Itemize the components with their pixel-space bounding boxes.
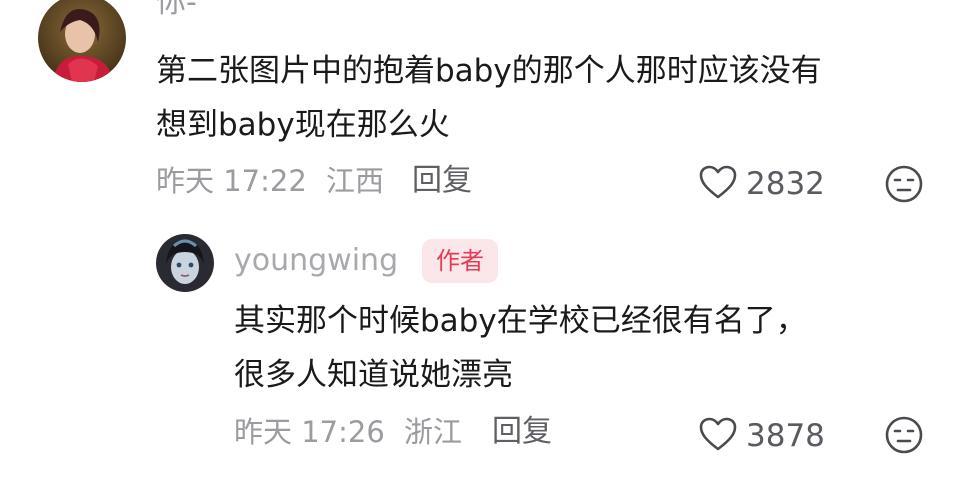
neutral-face-icon bbox=[884, 415, 924, 455]
comment-meta: 昨天 17:22 江西 bbox=[156, 167, 384, 196]
comment-text-line: 很多人知道说她漂亮 bbox=[234, 357, 513, 393]
comment-location: 江西 bbox=[326, 164, 385, 198]
dislike-button[interactable] bbox=[884, 164, 924, 204]
comment-text-line: 其实那个时候baby在学校已经很有名了， bbox=[234, 303, 807, 339]
comment-location: 浙江 bbox=[404, 415, 463, 449]
neutral-face-icon bbox=[884, 164, 924, 204]
like-button[interactable]: 2832 bbox=[698, 164, 825, 204]
comment-text: 第二张图片中的抱着baby的那个人那时应该没有 想到baby现在那么火 bbox=[156, 44, 822, 152]
comment-text-line: 想到baby现在那么火 bbox=[156, 107, 450, 143]
reply-button[interactable]: 回复 bbox=[492, 417, 552, 447]
comment-username[interactable]: 你- bbox=[156, 0, 197, 18]
like-count: 2832 bbox=[746, 165, 825, 202]
avatar[interactable] bbox=[38, 0, 126, 82]
heart-outline-icon bbox=[698, 164, 738, 204]
author-badge: 作者 bbox=[422, 239, 498, 283]
reply-username[interactable]: youngwing bbox=[234, 246, 398, 276]
reply-button[interactable]: 回复 bbox=[412, 166, 472, 196]
heart-outline-icon bbox=[698, 416, 738, 456]
like-count: 3878 bbox=[746, 417, 825, 454]
comment-time: 昨天 17:26 bbox=[234, 415, 385, 449]
comment-time: 昨天 17:22 bbox=[156, 164, 307, 198]
avatar[interactable] bbox=[156, 234, 214, 292]
comment-text-line: 第二张图片中的抱着baby的那个人那时应该没有 bbox=[156, 53, 822, 89]
comment-text: 其实那个时候baby在学校已经很有名了， 很多人知道说她漂亮 bbox=[234, 294, 807, 402]
comment-meta: 昨天 17:26 浙江 bbox=[234, 418, 462, 447]
comment-thread: 你- 第二张图片中的抱着baby的那个人那时应该没有 想到baby现在那么火 昨… bbox=[0, 0, 959, 480]
like-button[interactable]: 3878 bbox=[698, 416, 825, 456]
dislike-button[interactable] bbox=[884, 415, 924, 455]
